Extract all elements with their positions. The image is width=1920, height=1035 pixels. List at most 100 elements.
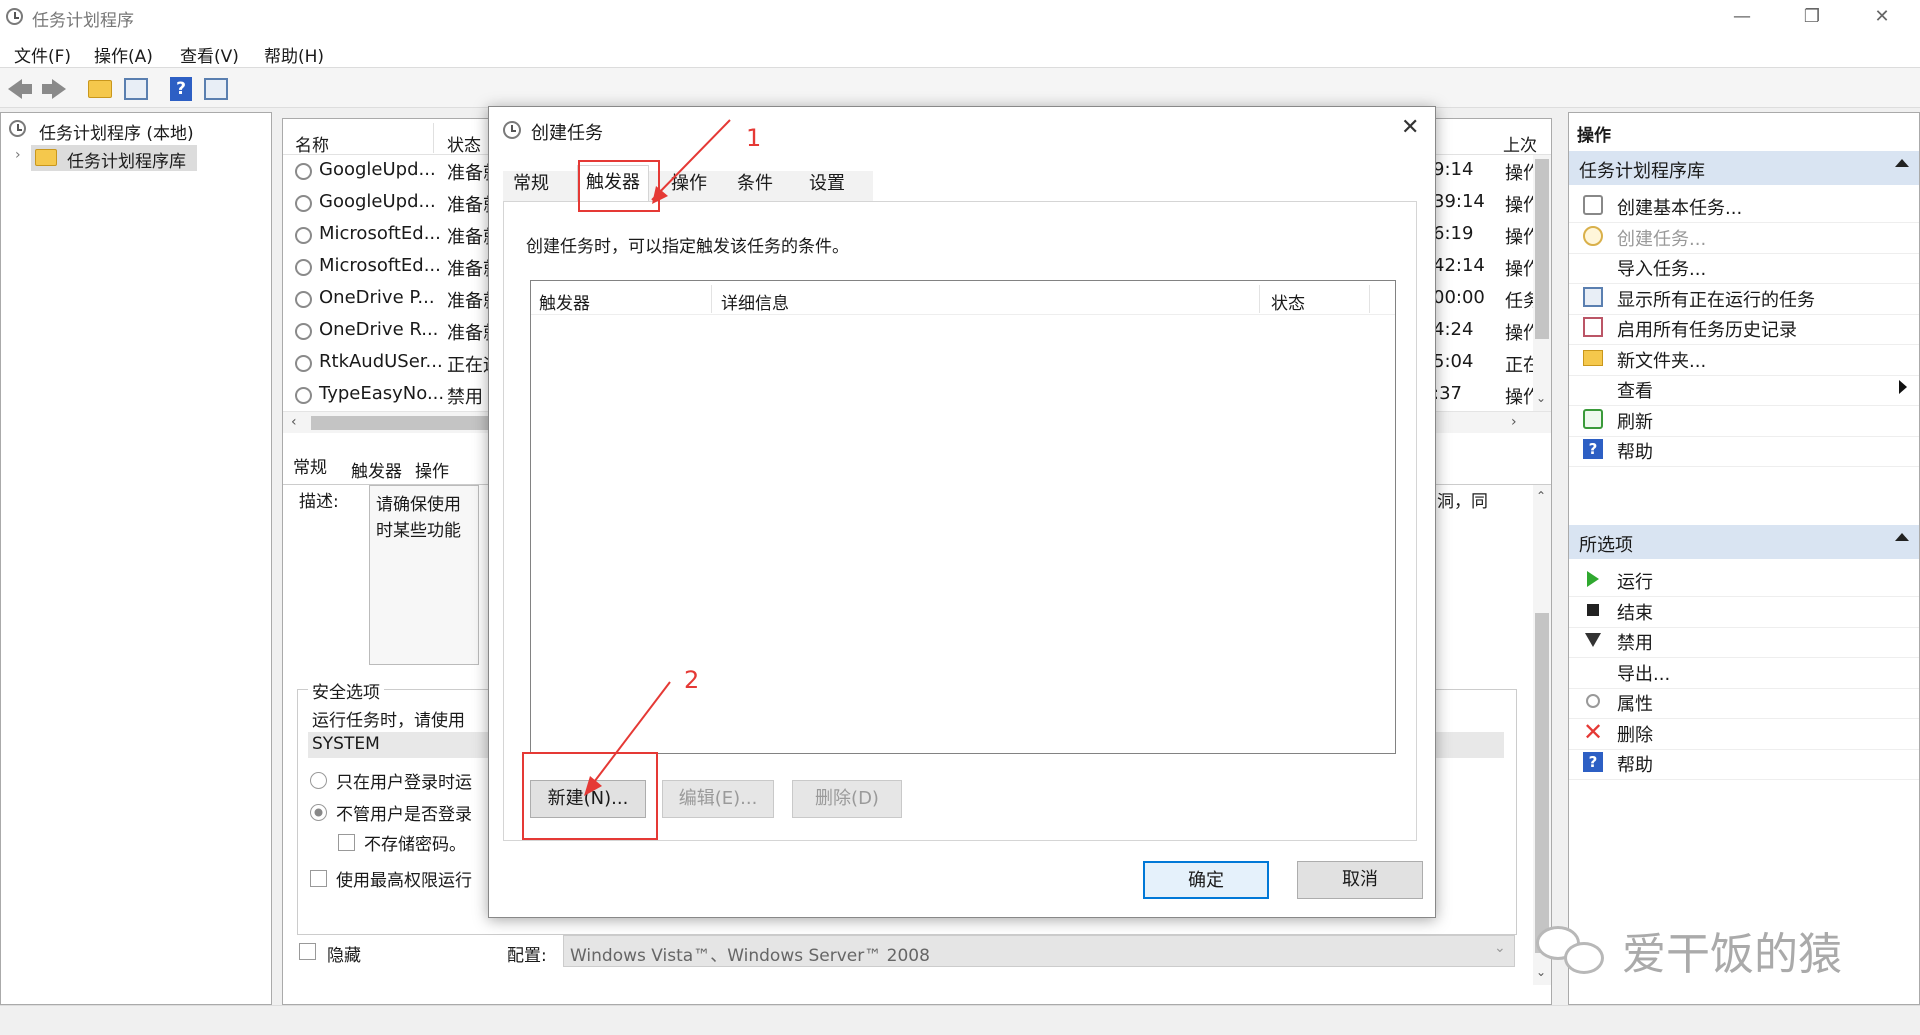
task-last-run: 6:19: [1433, 223, 1474, 244]
radio-whether-logged-on[interactable]: [310, 804, 327, 821]
task-last-run: 00:00: [1433, 287, 1485, 308]
actions-header: 操作: [1569, 117, 1919, 147]
task-clock-icon: [295, 227, 312, 244]
detail-vscrollbar[interactable]: ⌃ ⌄: [1533, 485, 1551, 985]
show-hide-console-tree-icon[interactable]: [124, 76, 150, 102]
tree-root-label[interactable]: 任务计划程序 (本地): [39, 119, 194, 144]
action-item[interactable]: ? 帮助: [1569, 431, 1919, 467]
vscroll-thumb[interactable]: [1535, 159, 1549, 339]
column-status[interactable]: 状态: [1271, 289, 1305, 314]
run-as-user-value: SYSTEM: [312, 734, 380, 754]
collapse-up-icon[interactable]: [1895, 159, 1909, 167]
back-icon[interactable]: [8, 76, 34, 102]
ok-button[interactable]: 确定: [1143, 861, 1269, 899]
task-last-run: :37: [1433, 383, 1462, 404]
title-bar: 任务计划程序 — ❐ ✕: [0, 0, 1920, 36]
toolbar: ?: [0, 68, 1920, 108]
action-item-label: 显示所有正在运行的任务: [1617, 289, 1815, 311]
checkbox-no-store-password-label: 不存储密码。: [364, 835, 466, 855]
action-item-label: 刷新: [1617, 411, 1653, 433]
checkbox-no-store-password[interactable]: [338, 834, 355, 851]
config-value: Windows Vista™、Windows Server™ 2008: [570, 946, 930, 966]
cancel-button[interactable]: 取消: [1297, 861, 1423, 899]
scroll-down-icon[interactable]: ⌄: [1536, 391, 1546, 405]
column-last-run[interactable]: 上次: [1503, 131, 1537, 156]
checkbox-highest-privileges[interactable]: [310, 870, 327, 887]
task-name: MicrosoftEd...: [319, 255, 441, 276]
description-box[interactable]: 请确保使用 时某些功能: [369, 485, 479, 665]
actions-header-label: 操作: [1577, 126, 1611, 146]
scroll-right-icon[interactable]: ›: [1511, 414, 1517, 430]
task-list-vscrollbar[interactable]: ⌄: [1533, 155, 1551, 411]
history-icon: [1583, 317, 1603, 337]
forward-icon[interactable]: [40, 76, 66, 102]
minimize-icon[interactable]: —: [1712, 0, 1772, 34]
restore-icon[interactable]: ❐: [1782, 0, 1842, 34]
dialog-close-icon[interactable]: ✕: [1401, 115, 1419, 140]
close-window-icon[interactable]: ✕: [1852, 0, 1912, 34]
delete-trigger-button[interactable]: 删除(D): [792, 780, 902, 818]
tree-expand-chevron-icon[interactable]: ›: [15, 147, 21, 163]
task-last-run: 9:14: [1433, 159, 1474, 180]
group-selected[interactable]: 所选项: [1569, 525, 1919, 559]
running-tasks-icon: [1583, 286, 1603, 307]
help-toolbar-icon[interactable]: ?: [170, 76, 196, 102]
folder-icon: [1583, 349, 1603, 366]
task-name: RtkAudUSer...: [319, 351, 443, 372]
action-item-label: 帮助: [1617, 442, 1653, 463]
checkbox-highest-privileges-label: 使用最高权限运行: [336, 871, 472, 891]
dialog-tab-general[interactable]: 常规: [505, 167, 557, 201]
task-name: MicrosoftEd...: [319, 223, 441, 244]
config-dropdown[interactable]: Windows Vista™、Windows Server™ 2008 ⌄: [563, 935, 1515, 967]
task-clock-icon: [295, 323, 312, 340]
action-item[interactable]: ? 帮助: [1569, 744, 1919, 780]
menu-file[interactable]: 文件(F): [14, 42, 71, 67]
delete-icon: ✕: [1583, 717, 1604, 746]
folder-up-icon[interactable]: [88, 76, 114, 102]
console-tree: 任务计划程序 (本地) › 任务计划程序库: [0, 112, 272, 1005]
action-item-label: 帮助: [1617, 755, 1653, 776]
dialog-tab-settings[interactable]: 设置: [801, 167, 853, 201]
action-item-label: 删除: [1617, 724, 1653, 746]
checkbox-hidden[interactable]: [299, 943, 316, 960]
action-item-label: 导出...: [1617, 663, 1671, 685]
detail-scroll-up-icon[interactable]: ⌃: [1536, 489, 1546, 503]
menu-help[interactable]: 帮助(H): [264, 42, 324, 67]
action-item-label: 结束: [1617, 602, 1653, 624]
collapse-up-icon[interactable]: [1895, 533, 1909, 541]
action-item-label: 创建基本任务...: [1617, 198, 1743, 219]
detail-tab-actions[interactable]: 操作: [415, 457, 449, 482]
task-name: GoogleUpd...: [319, 159, 436, 180]
radio-logged-on-only[interactable]: [310, 772, 327, 789]
task-clock-icon: [295, 195, 312, 212]
menu-view[interactable]: 查看(V): [180, 42, 239, 67]
task-last-run: 5:04: [1433, 351, 1474, 372]
hscroll-thumb[interactable]: [311, 416, 501, 430]
status-bar: [0, 1005, 1920, 1035]
column-name[interactable]: 名称: [295, 131, 329, 156]
task-name: OneDrive R...: [319, 319, 439, 340]
action-item-label: 运行: [1617, 572, 1653, 593]
detail-tab-general[interactable]: 常规: [293, 453, 327, 478]
radio-logged-on-only-label: 只在用户登录时运: [336, 773, 472, 793]
menu-bar: 文件(F) 操作(A) 查看(V) 帮助(H): [0, 36, 1920, 68]
menu-action[interactable]: 操作(A): [94, 42, 153, 67]
properties-icon: [1586, 694, 1600, 708]
run-as-label: 运行任务时，请使用: [312, 711, 465, 731]
refresh-icon: [1583, 408, 1603, 429]
column-status[interactable]: 状态: [447, 131, 481, 156]
action-item-label: 禁用: [1617, 633, 1653, 654]
detail-vscroll-thumb[interactable]: [1535, 613, 1549, 953]
tree-selected-row[interactable]: 任务计划程序库: [31, 145, 197, 172]
detail-tab-triggers[interactable]: 触发器: [351, 457, 402, 482]
window-title: 任务计划程序: [32, 11, 134, 31]
action-item-label: 启用所有任务历史记录: [1617, 320, 1797, 341]
submenu-arrow-icon: [1899, 380, 1907, 394]
action-item-label: 查看: [1617, 381, 1653, 402]
scroll-left-icon[interactable]: ‹: [291, 414, 297, 430]
dialog-clock-icon: [503, 121, 521, 139]
group-library[interactable]: 任务计划程序库: [1569, 151, 1919, 185]
show-action-pane-icon[interactable]: [204, 76, 230, 102]
disable-icon: [1585, 633, 1601, 647]
group-library-label: 任务计划程序库: [1579, 161, 1705, 182]
